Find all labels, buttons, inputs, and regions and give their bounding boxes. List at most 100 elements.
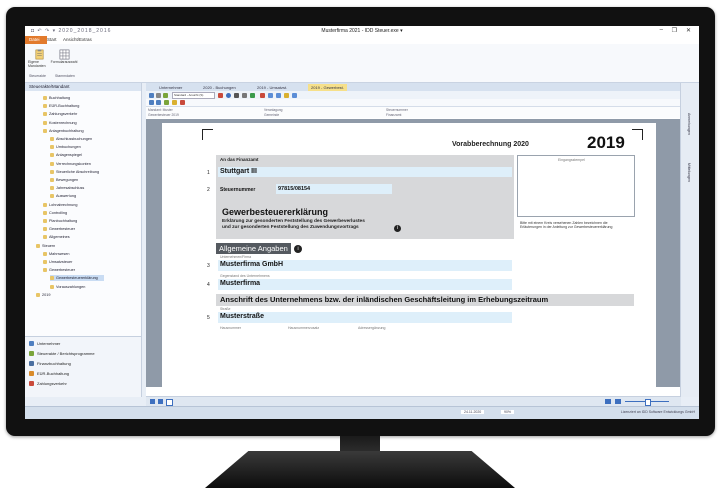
page-icon[interactable] — [166, 399, 173, 406]
formularauswahl-button[interactable]: Formularauswahl — [51, 47, 77, 69]
coins-icon — [29, 371, 34, 377]
view-icon[interactable] — [615, 399, 621, 404]
note-icon[interactable] — [284, 93, 289, 98]
line-number: 3 — [207, 263, 210, 269]
tab-gewerbesteuer[interactable]: 2019 - Gewerbest. — [308, 84, 347, 91]
nav-zahlungsverkehr[interactable]: Zahlungsverkehr — [29, 380, 67, 388]
tab-unternehmer[interactable]: Unternehmer — [156, 84, 185, 91]
tree-item-label: Anlagenspiegel — [56, 153, 82, 158]
tree-item[interactable]: 2019 — [36, 292, 50, 298]
tree-item[interactable]: Buchhaltung — [43, 95, 70, 101]
minimize-button[interactable]: – — [660, 27, 663, 33]
form-viewport[interactable]: Vorabberechnung 2020 2019 An das Finanza… — [146, 119, 681, 387]
nav-label: Steuerakte / Berichtsprogramme — [37, 351, 95, 356]
tree-item[interactable]: Anlagenbuchhaltung — [43, 128, 84, 134]
folder-icon — [43, 210, 47, 215]
restore-button[interactable]: ❐ — [672, 27, 677, 34]
save-icon[interactable] — [149, 93, 154, 98]
tree-item-label: Gewerbesteuer — [49, 268, 75, 273]
mitteilungen-tab[interactable]: Mitteilungen — [687, 163, 691, 182]
info-icon[interactable]: i — [394, 225, 401, 232]
line-number: 2 — [207, 187, 210, 193]
back-icon[interactable] — [149, 100, 154, 105]
zoom-slider-thumb[interactable] — [645, 399, 651, 406]
tree-item[interactable]: Planbuchhaltung — [43, 218, 77, 224]
arrow-icon[interactable] — [234, 93, 239, 98]
forward-icon[interactable] — [156, 100, 161, 105]
nav-label: EÜR-Buchhaltung — [37, 371, 70, 376]
anmerkungen-tab[interactable]: Anmerkungen — [687, 113, 691, 135]
crop-mark — [632, 129, 643, 140]
tree-item[interactable]: EÜR-Buchhaltung — [43, 103, 79, 109]
tree-item[interactable]: Bewegungen — [50, 177, 78, 183]
zoom-display: 90% — [501, 410, 515, 414]
folder-icon — [36, 243, 40, 248]
finanzamt-field[interactable]: Stuttgart III — [218, 167, 512, 177]
tab-buchungen[interactable]: 2020 - Buchungen — [200, 84, 239, 91]
nav-unternehmer[interactable]: Unternehmer — [29, 340, 60, 348]
tree-item[interactable]: Vorauszahlungen — [50, 284, 85, 290]
page-icon[interactable] — [150, 399, 155, 404]
tree-item[interactable]: Gewerbesteuer — [43, 226, 75, 232]
tree-item[interactable]: Steuern — [36, 243, 55, 249]
delete-icon[interactable] — [218, 93, 223, 98]
calculator-icon[interactable] — [250, 93, 255, 98]
tree-item-label: Abschlussbuchungen — [56, 137, 93, 141]
tree-item[interactable]: Allgemeines — [43, 234, 70, 240]
table-icon[interactable] — [268, 93, 273, 98]
tools-icon[interactable] — [242, 93, 247, 98]
steuernummer-field[interactable]: 97815/08154 — [276, 184, 392, 194]
tree-item[interactable]: Verrechnungskonten — [50, 161, 91, 167]
tree-item[interactable]: Umbuchungen — [50, 144, 81, 150]
folder-icon — [43, 120, 47, 125]
refresh-icon[interactable] — [164, 100, 169, 105]
nav-finanzbuchhaltung[interactable]: Finanzbuchhaltung — [29, 360, 71, 368]
tab-ansicht[interactable]: Ansicht/Extras — [59, 37, 96, 43]
pdf-icon[interactable] — [260, 93, 265, 98]
tree-item[interactable]: Controlling — [43, 210, 67, 216]
info-icon[interactable]: i — [294, 245, 302, 253]
eigene-mandanten-button[interactable]: Eigene Mandanten — [28, 47, 50, 69]
firma-field[interactable]: Musterfirma GmbH — [218, 260, 512, 271]
tree-item[interactable]: Gewerbesteuererklärung — [50, 275, 104, 282]
list-icon[interactable] — [276, 93, 281, 98]
view-select[interactable]: Standard - Ansicht (S) — [172, 92, 215, 99]
close-button[interactable]: ✕ — [686, 27, 691, 34]
tree-item[interactable]: Jahresabschluss — [50, 185, 84, 191]
tree-item[interactable]: Mahnwesen — [43, 251, 69, 257]
tree-item[interactable]: Steuerliche Abschreibung — [50, 169, 99, 175]
tree-item[interactable]: Gewerbesteuer — [43, 267, 75, 273]
form-year: 2019 — [587, 133, 625, 152]
info-icon[interactable] — [226, 93, 231, 98]
gegenstand-field[interactable]: Musterfirma — [218, 279, 512, 290]
ribbon: Eigene Mandanten Formularauswahl Steuera… — [25, 44, 699, 83]
folder-icon — [50, 194, 54, 199]
check-icon[interactable] — [163, 93, 168, 98]
window-title: Musterfirma 2021 - IDD Steuer.exe ▾ — [321, 28, 403, 34]
page-icon[interactable] — [158, 399, 163, 404]
tree-item[interactable]: Lohnabrechnung — [43, 202, 78, 208]
section-heading: Allgemeine Angaben — [216, 243, 291, 254]
tree-item[interactable]: Umsatzsteuer — [43, 259, 72, 265]
view-icon[interactable] — [605, 399, 611, 404]
folder-icon — [43, 268, 47, 273]
folder-icon[interactable] — [172, 100, 177, 105]
export-icon[interactable] — [292, 93, 297, 98]
tree-item[interactable]: Auswertung — [50, 193, 76, 199]
flag-icon[interactable] — [180, 100, 185, 105]
tree-item[interactable]: Kostenrechnung — [43, 120, 77, 126]
ribbon-group-stammdaten: Stammdaten — [55, 74, 75, 78]
nav-steuerakte[interactable]: Steuerakte / Berichtsprogramme — [29, 350, 95, 358]
tree-item[interactable]: Zahlungsverkehr — [43, 111, 77, 117]
form-subtitle-2: und zur gesonderten Feststellung des Zuw… — [222, 225, 359, 230]
tree-item[interactable]: Abschlussbuchungen — [50, 136, 92, 142]
folder-icon — [50, 161, 54, 166]
tab-start[interactable]: Start — [43, 37, 61, 43]
nav-eur-buchhaltung[interactable]: EÜR-Buchhaltung — [29, 370, 69, 378]
tree-item-label: 2019 — [42, 292, 51, 297]
strasse-field[interactable]: Musterstraße — [218, 312, 512, 323]
monitor-frame: ◘ ↶ ↷ ▾ 2020_2018_2016 Musterfirma 2021 … — [6, 7, 715, 436]
tree-item[interactable]: Anlagenspiegel — [50, 152, 82, 158]
print-icon[interactable] — [156, 93, 161, 98]
tab-umsatzsteuer[interactable]: 2019 - Umsatzst. — [254, 84, 290, 91]
